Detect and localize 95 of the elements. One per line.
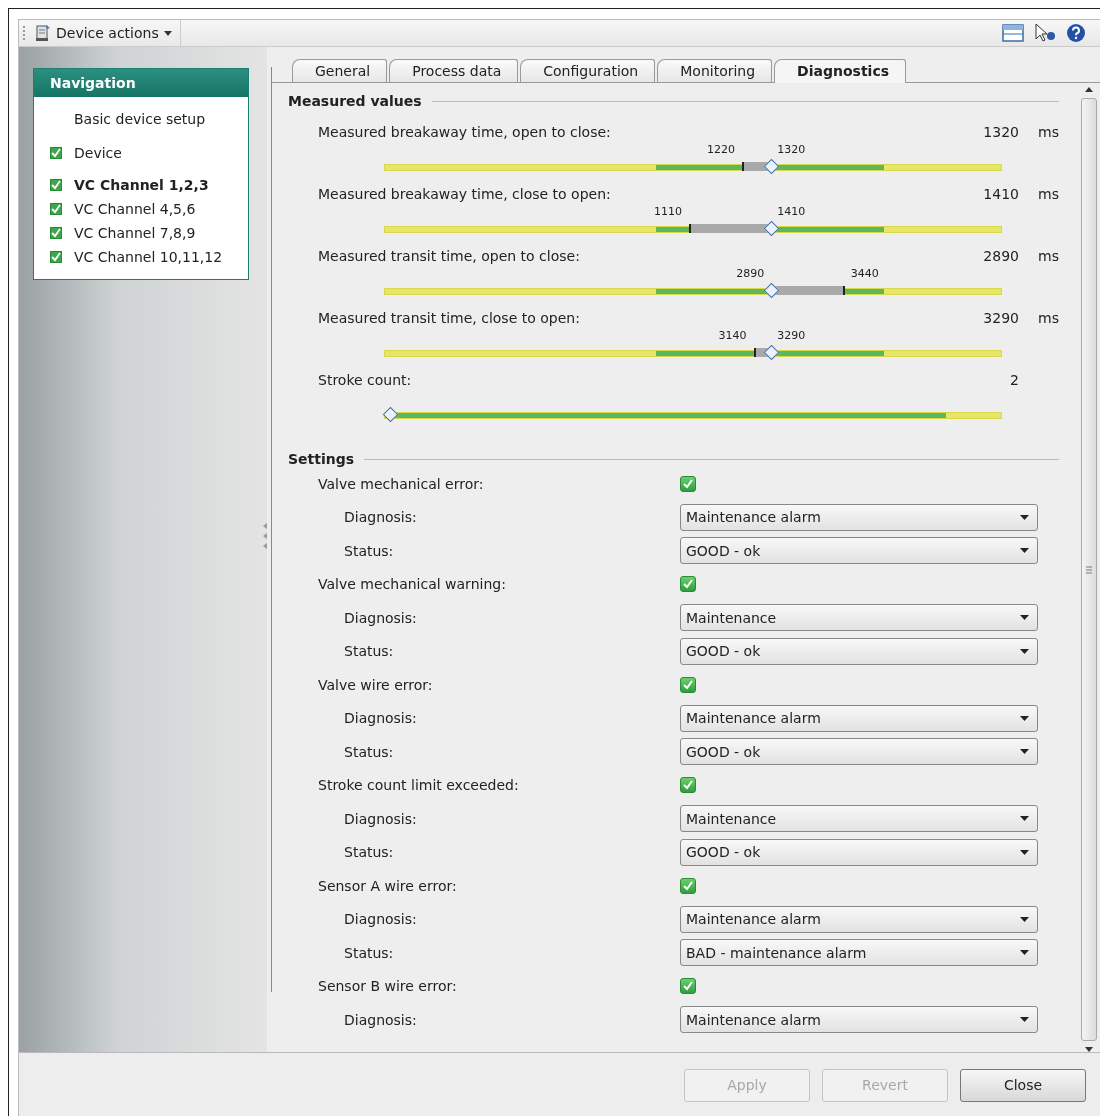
- setting-label: Valve mechanical error:: [318, 475, 485, 492]
- setting-label: Valve wire error:: [318, 676, 434, 693]
- caret-icon: [1020, 1017, 1029, 1023]
- nav-checkbox[interactable]: [50, 203, 62, 215]
- setting-label: Stroke count limit exceeded:: [318, 777, 520, 794]
- field-label: Status:: [343, 844, 395, 861]
- nav-item[interactable]: VC Channel 1,2,3: [74, 177, 209, 193]
- setting-label: Valve mechanical warning:: [318, 576, 507, 593]
- caret-icon: [1020, 514, 1029, 520]
- field-label: Diagnosis:: [343, 609, 418, 626]
- checkbox[interactable]: [680, 475, 696, 492]
- nav-checkbox[interactable]: [50, 251, 62, 263]
- pointer-help-icon[interactable]: [1034, 23, 1056, 43]
- range-start-label: 1220: [706, 143, 735, 156]
- field-label: Diagnosis:: [343, 810, 418, 827]
- dropdown[interactable]: Maintenance alarm: [680, 704, 1038, 732]
- measurement-label: Measured breakaway time, open to close:: [318, 124, 612, 140]
- nav-item[interactable]: VC Channel 10,11,12: [74, 249, 223, 265]
- checkbox[interactable]: [680, 676, 696, 693]
- help-icon[interactable]: [1066, 23, 1086, 43]
- caret-icon: [1020, 816, 1029, 822]
- nav-checkbox[interactable]: [50, 227, 62, 239]
- device-actions-menu[interactable]: Device actions: [33, 20, 181, 46]
- dropdown[interactable]: Maintenance alarm: [680, 905, 1038, 933]
- dropdown[interactable]: GOOD - ok: [680, 738, 1038, 766]
- measurement-label: Measured breakaway time, close to open:: [318, 186, 612, 202]
- scroll-up-icon[interactable]: [1085, 87, 1093, 92]
- field-label: Diagnosis:: [343, 1011, 418, 1028]
- field-label: Diagnosis:: [343, 710, 418, 727]
- field-label: Diagnosis:: [343, 509, 418, 526]
- range-start-label: 3140: [718, 329, 747, 342]
- device-icon: [35, 24, 51, 42]
- nav-item[interactable]: VC Channel 7,8,9: [74, 225, 196, 241]
- unit-label: ms: [1037, 124, 1059, 140]
- caret-icon: [1020, 648, 1029, 654]
- range-end-label: 3290: [776, 329, 806, 342]
- nav-checkbox[interactable]: [50, 179, 62, 191]
- tab[interactable]: Process data: [389, 59, 519, 82]
- measurement-value: 1410: [982, 186, 1019, 202]
- window-layout-icon[interactable]: [1002, 24, 1024, 42]
- caret-icon: [1020, 715, 1029, 721]
- dropdown[interactable]: Maintenance: [680, 604, 1038, 632]
- setting-label: Sensor A wire error:: [318, 877, 458, 894]
- field-label: Status:: [343, 542, 395, 559]
- caret-icon: [1020, 916, 1029, 922]
- dropdown[interactable]: GOOD - ok: [680, 838, 1038, 866]
- caret-icon: [1020, 548, 1029, 554]
- grip-icon: [1086, 565, 1092, 574]
- measurement-value: 2890: [982, 248, 1019, 264]
- section-title: Measured values: [288, 93, 422, 109]
- unit-label: ms: [1037, 248, 1059, 264]
- nav-item[interactable]: Basic device setup: [74, 111, 206, 127]
- measurement-label: Measured transit time, open to close:: [318, 248, 581, 264]
- field-label: Status:: [343, 743, 395, 760]
- nav-checkbox[interactable]: [50, 147, 62, 159]
- range-end-label: 1410: [776, 205, 806, 218]
- tab[interactable]: Monitoring: [657, 59, 773, 82]
- field-label: Status:: [343, 643, 395, 660]
- checkbox[interactable]: [680, 978, 696, 995]
- dropdown[interactable]: GOOD - ok: [680, 537, 1038, 565]
- caret-icon: [1020, 615, 1029, 621]
- dropdown[interactable]: BAD - maintenance alarm: [680, 939, 1038, 967]
- dialog-button[interactable]: Close: [960, 1068, 1086, 1102]
- caret-icon: [1020, 849, 1029, 855]
- tab[interactable]: Configuration: [520, 59, 656, 82]
- nav-item[interactable]: Device: [74, 145, 122, 161]
- checkbox[interactable]: [680, 777, 696, 794]
- range-end-label: 1320: [776, 143, 806, 156]
- setting-label: Sensor B wire error:: [318, 978, 458, 995]
- unit-label: ms: [1037, 186, 1059, 202]
- measurement-label: Measured transit time, close to open:: [318, 310, 581, 326]
- checkbox[interactable]: [680, 576, 696, 593]
- dropdown[interactable]: GOOD - ok: [680, 637, 1038, 665]
- measurement-value: 3290: [982, 310, 1019, 326]
- dropdown[interactable]: Maintenance alarm: [680, 1006, 1038, 1034]
- range-start-label: 2890: [736, 267, 765, 280]
- navigation-title: Navigation: [34, 69, 248, 97]
- dropdown[interactable]: Maintenance: [680, 805, 1038, 833]
- range-end-label: 3440: [849, 267, 879, 280]
- field-label: Status:: [343, 944, 395, 961]
- field-label: Diagnosis:: [343, 911, 418, 928]
- caret-icon: [1020, 749, 1029, 755]
- range-start-label: 1110: [654, 205, 683, 218]
- nav-item[interactable]: VC Channel 4,5,6: [74, 201, 196, 217]
- caret-icon: [163, 30, 172, 36]
- measurement-value: 2: [1009, 372, 1019, 388]
- tab[interactable]: Diagnostics: [774, 59, 907, 83]
- section-title: Settings: [288, 451, 355, 467]
- checkbox[interactable]: [680, 877, 696, 894]
- caret-icon: [1020, 950, 1029, 956]
- measurement-label: Stroke count:: [318, 372, 413, 388]
- dropdown[interactable]: Maintenance alarm: [680, 503, 1038, 531]
- measurement-value: 1320: [982, 124, 1019, 140]
- unit-label: ms: [1037, 310, 1059, 326]
- tab[interactable]: General: [292, 59, 388, 82]
